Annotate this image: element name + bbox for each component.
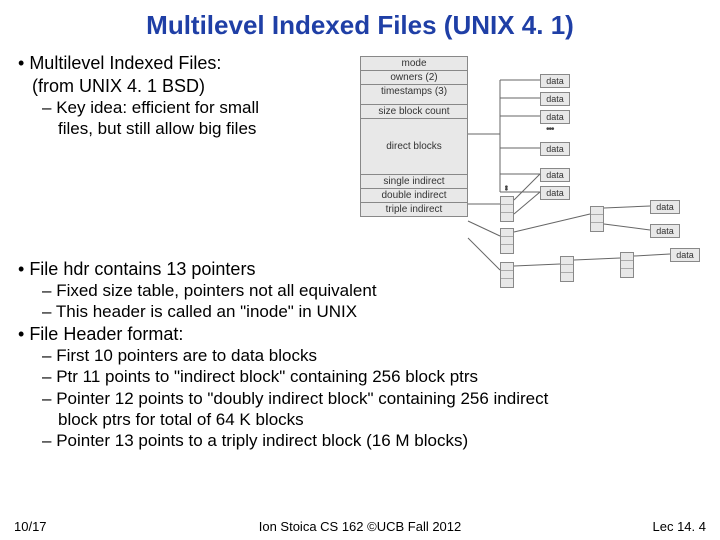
bullet-ptr12b: block ptrs for total of 64 K blocks [58,409,702,430]
data-box: data [540,168,570,182]
cell-size: size block count [360,105,468,119]
ptr-box-triple-2 [560,256,574,282]
cell-double: double indirect [360,189,468,203]
footer-date: 10/17 [14,519,47,534]
ptr-box-triple-3 [620,252,634,278]
ptr-box-double-2 [590,206,604,232]
footer-center: Ion Stoica CS 162 ©UCB Fall 2012 [0,519,720,534]
data-box: data [540,92,570,106]
footer: 10/17 Ion Stoica CS 162 ©UCB Fall 2012 L… [0,519,720,534]
slide-title: Multilevel Indexed Files (UNIX 4. 1) [0,0,720,41]
cell-owners: owners (2) [360,71,468,85]
data-box: data [540,74,570,88]
cell-triple: triple indirect [360,203,468,217]
cell-direct: direct blocks [360,119,468,175]
ptr-box-triple-1 [500,262,514,288]
bullet-filehdrformat: File Header format: [18,323,702,346]
data-box: data [670,248,700,262]
ptr-box-double-1 [500,228,514,254]
data-box: data [540,186,570,200]
slide: Multilevel Indexed Files (UNIX 4. 1) Mul… [0,0,720,540]
data-box: data [540,142,570,156]
cell-mode: mode [360,56,468,71]
dots-icon: •• [500,185,511,190]
data-box: data [650,200,680,214]
cell-timestamps: timestamps (3) [360,85,468,105]
bullet-first10: First 10 pointers are to data blocks [42,345,702,366]
dots-icon: ••• [546,124,554,135]
ptr-box-single [500,196,514,222]
inode-table: mode owners (2) timestamps (3) size bloc… [360,56,468,217]
bullet-inode: This header is called an "inode" in UNIX [42,301,702,322]
bullet-ptr11: Ptr 11 points to "indirect block" contai… [42,366,702,387]
bullet-ptr13: Pointer 13 points to a triply indirect b… [42,430,702,451]
cell-single: single indirect [360,175,468,189]
data-box: data [650,224,680,238]
bullet-ptr12: Pointer 12 points to "doubly indirect bl… [42,388,702,409]
footer-lecture: Lec 14. 4 [653,519,707,534]
inode-diagram: mode owners (2) timestamps (3) size bloc… [360,56,710,302]
data-box: data [540,110,570,124]
